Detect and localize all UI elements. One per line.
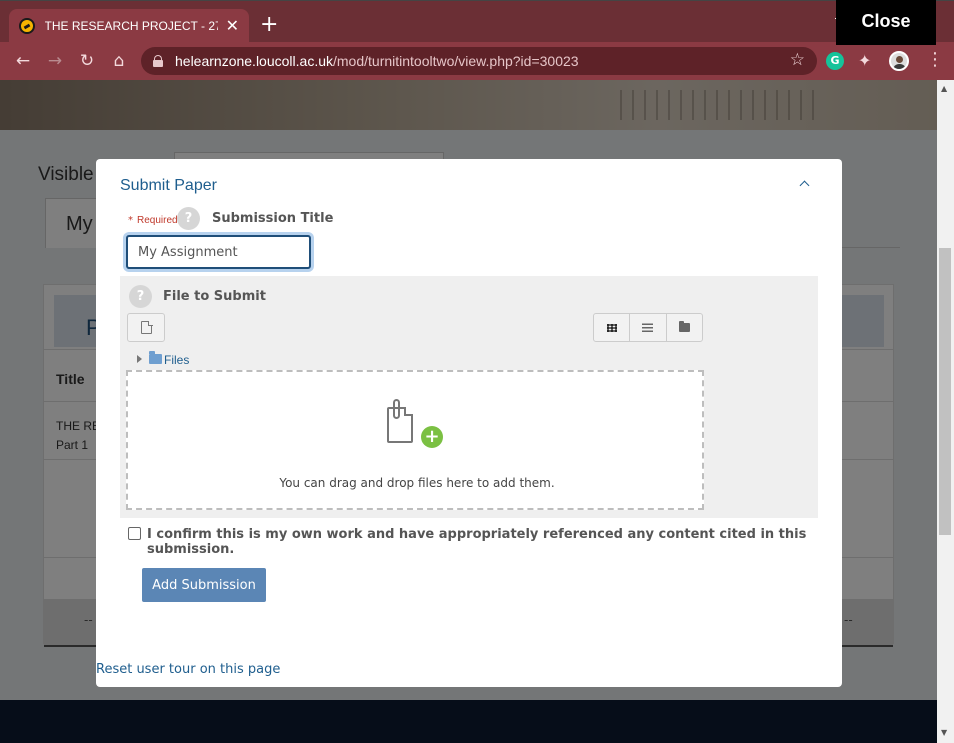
drop-hint: You can drag and drop files here to add … xyxy=(279,476,555,490)
tab-title: THE RESEARCH PROJECT - 27 JA xyxy=(44,19,218,33)
lock-icon[interactable] xyxy=(153,55,163,67)
file-to-submit-section: ? File to Submit Files + You can drag an… xyxy=(120,276,818,518)
browser-toolbar: ← → ↻ ⌂ helearnzone.loucoll.ac.uk/mod/tu… xyxy=(0,42,954,80)
browser-tabstrip: THE RESEARCH PROJECT - 27 JA ✕ + ✕ xyxy=(0,0,954,43)
submit-paper-modal: Submit Paper * Required ? Submission Tit… xyxy=(96,159,842,687)
view-list-button[interactable] xyxy=(630,314,667,341)
reset-tour-link[interactable]: Reset user tour on this page xyxy=(96,662,280,677)
grammarly-icon[interactable]: G xyxy=(826,52,844,70)
required-star: * xyxy=(128,215,133,226)
scroll-down-icon[interactable]: ▼ xyxy=(941,728,947,737)
tree-expand-icon[interactable] xyxy=(137,355,142,363)
modal-title: Submit Paper xyxy=(120,177,217,194)
view-mode-group xyxy=(593,313,703,342)
view-tree-button[interactable] xyxy=(667,314,702,341)
home-icon[interactable]: ⌂ xyxy=(108,50,130,72)
grid-icon xyxy=(606,323,617,332)
puzzle-icon[interactable]: ✦ xyxy=(858,51,871,70)
confirm-label[interactable]: I confirm this is my own work and have a… xyxy=(147,527,842,557)
file-icon xyxy=(141,320,153,334)
file-dropzone[interactable]: + You can drag and drop files here to ad… xyxy=(126,370,704,510)
file-to-submit-label: File to Submit xyxy=(163,289,266,304)
plus-icon: + xyxy=(421,426,443,448)
new-tab-button[interactable]: + xyxy=(260,14,278,36)
list-icon xyxy=(642,323,654,332)
document-icon xyxy=(387,407,413,443)
star-icon[interactable]: ☆ xyxy=(790,50,805,70)
scroll-up-icon[interactable]: ▲ xyxy=(941,84,947,93)
browser-tab[interactable]: THE RESEARCH PROJECT - 27 JA ✕ xyxy=(9,9,249,43)
close-button[interactable]: Close xyxy=(836,0,936,45)
folder-icon xyxy=(149,351,162,364)
confirm-checkbox[interactable] xyxy=(128,527,141,540)
favicon-icon xyxy=(19,18,35,34)
paperclip-icon xyxy=(393,399,400,419)
upload-file-icon: + xyxy=(385,399,443,457)
scrollbar[interactable]: ▲ ▼ xyxy=(937,80,954,743)
address-bar[interactable]: helearnzone.loucoll.ac.uk/mod/turnitinto… xyxy=(141,47,817,75)
scroll-thumb[interactable] xyxy=(939,248,951,535)
avatar[interactable] xyxy=(889,51,909,71)
required-label: Required xyxy=(137,215,178,226)
submission-title-input[interactable] xyxy=(126,235,311,269)
folder-icon xyxy=(678,321,690,332)
url-host: helearnzone.loucoll.ac.uk xyxy=(175,53,333,69)
reload-icon[interactable]: ↻ xyxy=(76,50,98,72)
menu-icon[interactable]: ⋮ xyxy=(926,50,944,70)
chevron-up-icon[interactable] xyxy=(800,179,810,189)
view-icons-button[interactable] xyxy=(594,314,631,341)
url-path: /mod/turnitintooltwo/view.php?id=30023 xyxy=(333,53,579,69)
tab-close-icon[interactable]: ✕ xyxy=(226,18,239,34)
add-file-button[interactable] xyxy=(127,313,165,342)
forward-icon[interactable]: → xyxy=(44,50,66,72)
url-text: helearnzone.loucoll.ac.uk/mod/turnitinto… xyxy=(175,53,579,69)
help-icon[interactable]: ? xyxy=(177,207,200,230)
help-icon[interactable]: ? xyxy=(129,285,152,308)
back-icon[interactable]: ← xyxy=(12,50,34,72)
submission-title-label: Submission Title xyxy=(212,211,334,226)
add-submission-button[interactable]: Add Submission xyxy=(142,568,266,602)
files-tree-link[interactable]: Files xyxy=(164,353,189,367)
